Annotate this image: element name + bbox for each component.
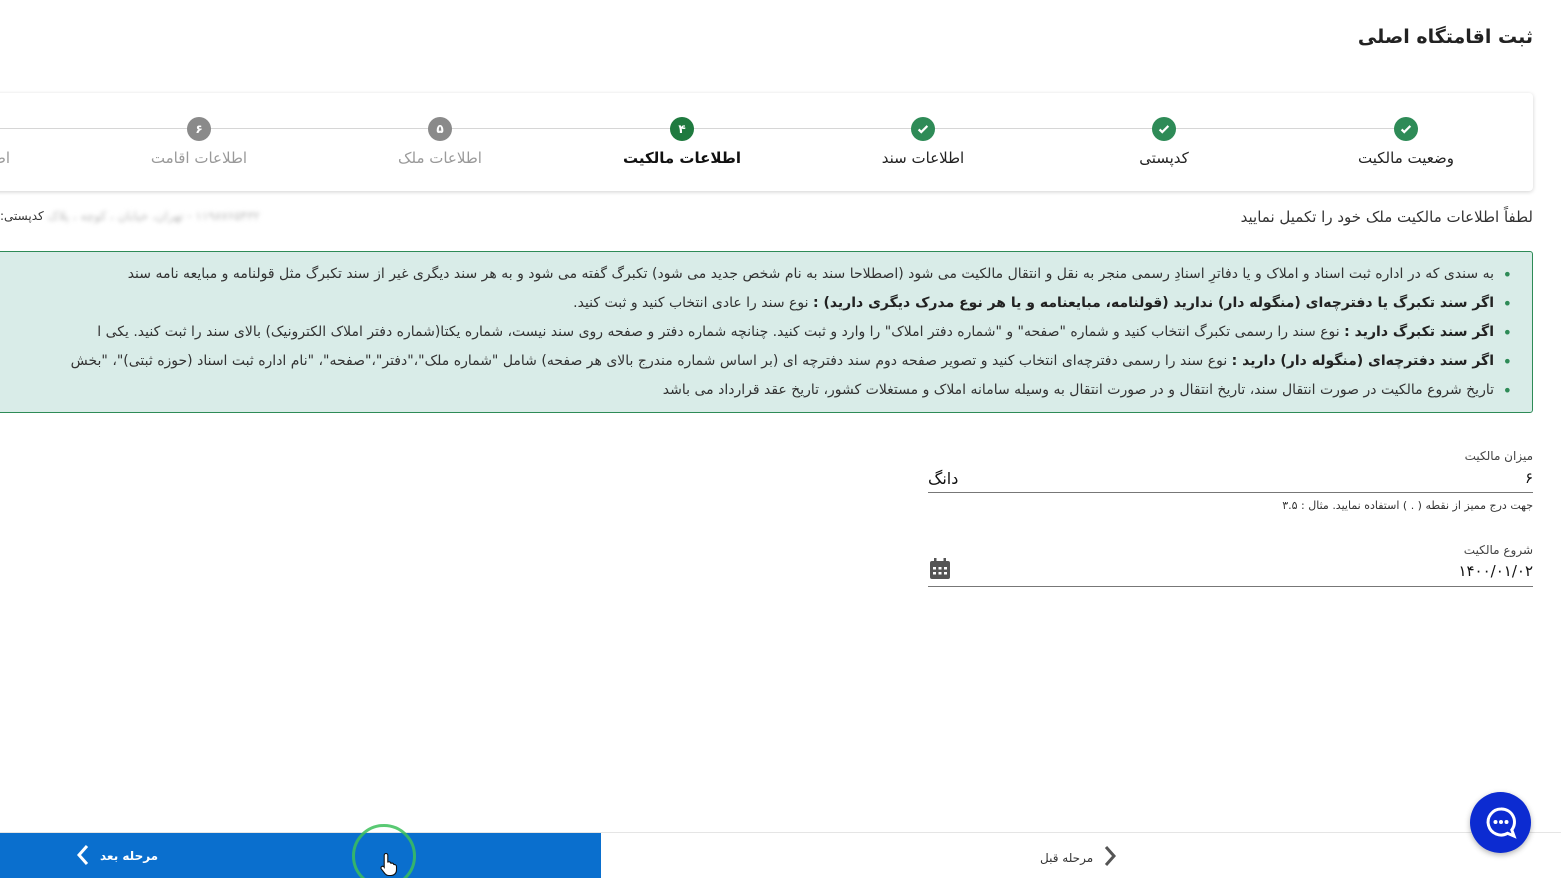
footer-bar: مرحله بعد مرحله قبل bbox=[0, 832, 1561, 878]
step-7[interactable]: اطلاعات bbox=[0, 117, 76, 167]
step-label: اطلاعات ملک bbox=[398, 149, 482, 167]
step-number: ۵ bbox=[428, 117, 452, 141]
chat-support-button[interactable] bbox=[1470, 792, 1531, 853]
chevron-left-icon bbox=[76, 844, 90, 869]
chevron-right-icon bbox=[1103, 845, 1117, 870]
step-2[interactable]: کدپستی bbox=[1064, 117, 1264, 167]
form-subheading: لطفاً اطلاعات مالکیت ملک خود را تکمیل نم… bbox=[1240, 208, 1533, 226]
check-icon bbox=[1394, 117, 1418, 141]
step-6[interactable]: ۶ اطلاعات اقامت bbox=[99, 117, 299, 167]
info-item: به سندی که در اداره ثبت اسناد و املاک و … bbox=[0, 260, 1512, 289]
info-item: اگر سند تکبرگ دارید : نوع سند را رسمی تک… bbox=[0, 318, 1512, 347]
next-step-label: مرحله بعد bbox=[100, 849, 159, 863]
previous-step-label: مرحله قبل bbox=[1040, 850, 1094, 865]
postal-code-value: ۱۱۹۸۷۶۵۴۳۲ - تهران، خیابان ، کوچه ، پلاک bbox=[47, 209, 260, 223]
previous-step-button[interactable]: مرحله قبل bbox=[1040, 845, 1117, 870]
step-5[interactable]: ۵ اطلاعات ملک bbox=[340, 117, 540, 167]
ownership-hint: جهت درج ممیز از نقطه ( . ) استفاده نمایی… bbox=[1282, 499, 1533, 512]
step-number: ۶ bbox=[187, 117, 211, 141]
chat-icon bbox=[1486, 806, 1517, 839]
step-1[interactable]: وضعیت مالکیت bbox=[1306, 117, 1506, 167]
step-label: اطلاعات سند bbox=[881, 149, 965, 167]
check-icon bbox=[1152, 117, 1176, 141]
step-number: ۴ bbox=[670, 117, 694, 141]
ownership-label: میزان مالکیت bbox=[1464, 449, 1533, 463]
postal-code-label: کدپستی: bbox=[0, 209, 44, 223]
calendar-icon[interactable] bbox=[928, 557, 952, 585]
step-label: اطلاعات مالکیت bbox=[622, 149, 742, 167]
hand-cursor-icon bbox=[380, 852, 398, 876]
step-4[interactable]: ۴ اطلاعات مالکیت bbox=[582, 117, 782, 167]
ownership-value: ۶ bbox=[1524, 469, 1533, 487]
step-label: وضعیت مالکیت bbox=[1358, 149, 1454, 167]
step-3[interactable]: اطلاعات سند bbox=[823, 117, 1023, 167]
info-item: تاریخ شروع مالکیت در صورت انتقال سند، تا… bbox=[0, 376, 1512, 405]
next-step-button[interactable]: مرحله بعد bbox=[0, 833, 601, 878]
ownership-input[interactable]: ۶ دانگ bbox=[928, 464, 1533, 493]
page-title: ثبت اقامتگاه اصلی bbox=[1357, 26, 1533, 48]
stepper: وضعیت مالکیت کدپستی اطلاعات سند ۴ اطلاعا… bbox=[0, 93, 1533, 191]
step-label: اطلاعات اقامت bbox=[150, 149, 248, 167]
start-date-label: شروع مالکیت bbox=[1463, 543, 1533, 557]
info-box: به سندی که در اداره ثبت اسناد و املاک و … bbox=[0, 251, 1533, 413]
ownership-unit: دانگ bbox=[928, 468, 959, 488]
step-label: اطلاعات bbox=[0, 149, 10, 167]
step-label: کدپستی bbox=[1139, 149, 1189, 167]
start-date-value: ۱۴۰۰/۰۱/۰۲ bbox=[1458, 562, 1533, 580]
info-item: اگر سند دفترچه‌ای (منگوله دار) دارید : ن… bbox=[0, 347, 1512, 376]
info-item: اگر سند تکبرگ یا دفترچه‌ای (منگوله دار) … bbox=[0, 289, 1512, 318]
check-icon bbox=[911, 117, 935, 141]
postal-code-display: ۱۱۹۸۷۶۵۴۳۲ - تهران، خیابان ، کوچه ، پلاک… bbox=[0, 209, 325, 223]
start-date-input[interactable]: ۱۴۰۰/۰۱/۰۲ bbox=[928, 556, 1533, 587]
